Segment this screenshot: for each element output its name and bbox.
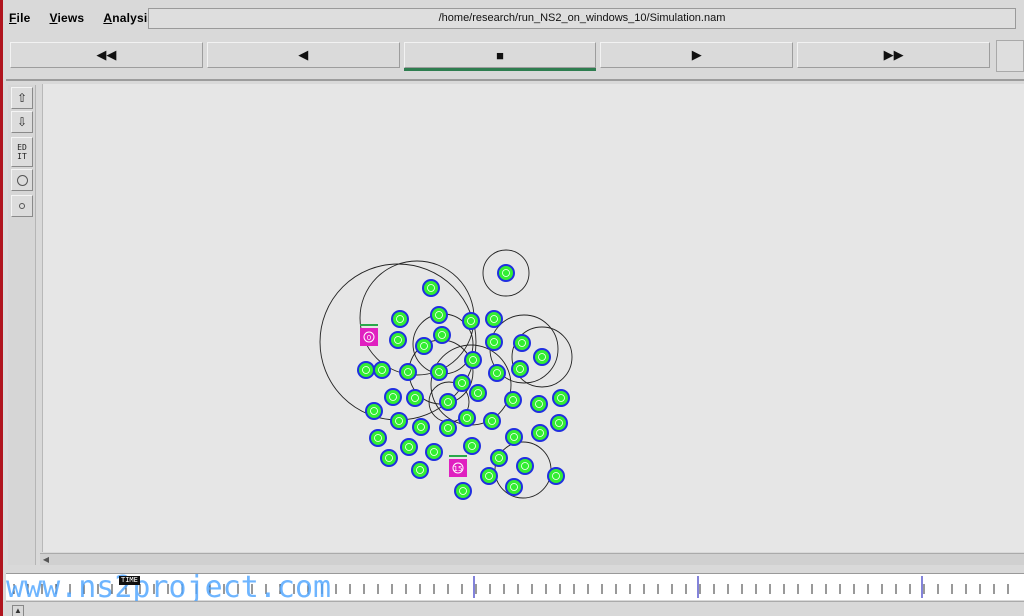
mobile-node[interactable] xyxy=(422,279,440,297)
mobile-node[interactable] xyxy=(547,467,565,485)
mobile-node[interactable] xyxy=(391,310,409,328)
play-button[interactable]: ▶ xyxy=(600,42,794,68)
mobile-node[interactable] xyxy=(384,388,402,406)
circle-icon xyxy=(16,174,28,186)
mobile-node[interactable] xyxy=(505,478,523,496)
mobile-node[interactable] xyxy=(458,409,476,427)
mobile-node[interactable] xyxy=(464,351,482,369)
mobile-node[interactable] xyxy=(400,438,418,456)
mobile-node[interactable] xyxy=(483,412,501,430)
rewind-button[interactable]: ◀◀ xyxy=(10,42,203,68)
zoom-out-icon: ⇩ xyxy=(16,115,28,129)
mobile-node[interactable] xyxy=(415,337,433,355)
rewind-icon: ◀◀ xyxy=(96,47,117,62)
mobile-node[interactable] xyxy=(411,461,429,479)
small-circle-icon xyxy=(19,203,25,209)
status-bar: ▲ xyxy=(6,601,1024,616)
mobile-node[interactable] xyxy=(454,482,472,500)
mobile-node[interactable] xyxy=(430,363,448,381)
mobile-node[interactable] xyxy=(412,418,430,436)
up-arrow-icon[interactable]: ▲ xyxy=(12,605,24,616)
mobile-node[interactable] xyxy=(399,363,417,381)
mobile-node[interactable] xyxy=(430,306,448,324)
window-edge xyxy=(0,0,3,616)
zoom-out-button[interactable]: ⇩ xyxy=(11,111,33,133)
mobile-node[interactable] xyxy=(485,310,503,328)
network-topology: 0 15 xyxy=(319,249,573,500)
mobile-node[interactable] xyxy=(552,389,570,407)
mobile-node[interactable] xyxy=(513,334,531,352)
scroll-left-icon[interactable]: ◀ xyxy=(41,555,51,565)
circle-small-button[interactable] xyxy=(11,195,33,217)
mobile-node[interactable] xyxy=(480,467,498,485)
mobile-node[interactable] xyxy=(406,389,424,407)
view-toolbar: ⇧ ⇩ ED IT xyxy=(8,85,36,565)
watermark-text: www.ns2project.com xyxy=(6,570,332,605)
mobile-node[interactable] xyxy=(365,402,383,420)
mobile-node[interactable] xyxy=(453,374,471,392)
mobile-node[interactable] xyxy=(439,393,457,411)
menu-views[interactable]: Views xyxy=(46,11,87,25)
trace-file-path: /home/research/run_NS2_on_windows_10/Sim… xyxy=(148,8,1016,29)
network-animation-canvas[interactable]: 0 15 xyxy=(42,84,1024,552)
nam-window: File Views Analysis /home/research/run_N… xyxy=(0,0,1024,616)
edit-button[interactable]: ED IT xyxy=(11,137,33,167)
time-marker[interactable]: TIME xyxy=(119,576,140,585)
step-slider-stub[interactable] xyxy=(996,40,1024,72)
mobile-node[interactable] xyxy=(425,443,443,461)
mobile-node[interactable] xyxy=(531,424,549,442)
mobile-node[interactable] xyxy=(511,360,529,378)
node-label: 0 xyxy=(367,334,371,342)
node-label: 15 xyxy=(454,465,463,473)
mobile-node[interactable] xyxy=(490,449,508,467)
transmission-range-circle xyxy=(359,260,475,376)
menu-file[interactable]: File xyxy=(6,11,33,25)
play-backward-icon: ◀ xyxy=(298,47,309,62)
mobile-node[interactable] xyxy=(516,457,534,475)
mobile-node[interactable] xyxy=(462,312,480,330)
stop-button[interactable]: ■ xyxy=(403,42,597,71)
zoom-in-button[interactable]: ⇧ xyxy=(11,87,33,109)
mobile-node[interactable] xyxy=(369,429,387,447)
source-node[interactable]: 0 xyxy=(360,324,378,346)
mobile-node[interactable] xyxy=(439,419,457,437)
mobile-node[interactable] xyxy=(389,331,407,349)
source-node[interactable]: 15 xyxy=(449,455,467,477)
stop-icon: ■ xyxy=(496,47,504,63)
mobile-node[interactable] xyxy=(505,428,523,446)
mobile-node[interactable] xyxy=(463,437,481,455)
playback-controls: ◀◀ ◀ ■ ▶ ▶▶ xyxy=(10,42,994,71)
fast-forward-icon: ▶▶ xyxy=(883,47,904,62)
mobile-node[interactable] xyxy=(488,364,506,382)
mobile-node[interactable] xyxy=(533,348,551,366)
mobile-node[interactable] xyxy=(504,391,522,409)
mobile-node[interactable] xyxy=(485,333,503,351)
mobile-node[interactable] xyxy=(469,384,487,402)
fast-forward-button[interactable]: ▶▶ xyxy=(797,42,990,68)
mobile-node[interactable] xyxy=(433,326,451,344)
menu-bar: File Views Analysis xyxy=(6,6,170,30)
zoom-in-icon: ⇧ xyxy=(16,91,28,105)
step-back-button[interactable]: ◀ xyxy=(206,42,400,68)
mobile-node[interactable] xyxy=(357,361,375,379)
horizontal-scrollbar[interactable]: ◀ xyxy=(40,553,1024,565)
mobile-node[interactable] xyxy=(550,414,568,432)
circle-large-button[interactable] xyxy=(11,169,33,191)
mobile-node[interactable] xyxy=(373,361,391,379)
mobile-node[interactable] xyxy=(530,395,548,413)
mobile-node[interactable] xyxy=(380,449,398,467)
mobile-node[interactable] xyxy=(390,412,408,430)
mobile-node[interactable] xyxy=(497,264,515,282)
play-icon: ▶ xyxy=(691,47,702,62)
